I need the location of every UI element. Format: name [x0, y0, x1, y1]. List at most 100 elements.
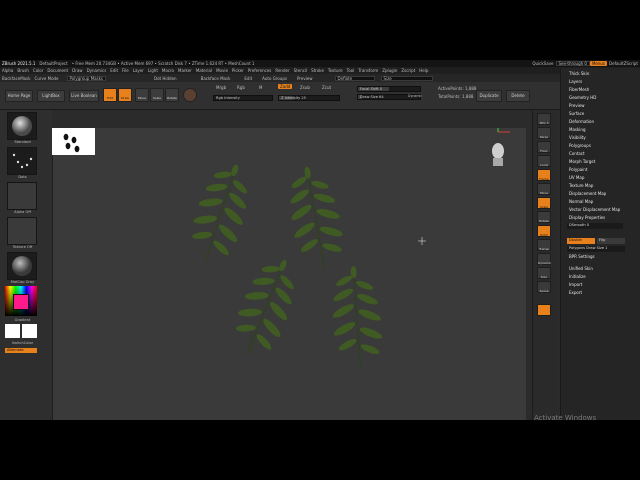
menu-transform[interactable]: Transform: [356, 68, 380, 73]
menu-edit[interactable]: Edit: [108, 68, 120, 73]
rgb-toggle[interactable]: Rgb: [235, 85, 247, 90]
material-sphere-icon[interactable]: [183, 88, 197, 102]
tray-polygroups[interactable]: Polygroups: [569, 143, 591, 148]
gradient-label[interactable]: Gradient: [0, 318, 45, 322]
stroke-thumbnail[interactable]: [7, 147, 37, 175]
tray-contact[interactable]: Contact: [569, 151, 585, 156]
tray-geometry-hd[interactable]: Geometry HD: [569, 95, 596, 100]
dynamic-button[interactable]: Dynamic: [537, 253, 551, 265]
main-color-swatch[interactable]: [5, 324, 20, 338]
menu-help[interactable]: Help: [417, 68, 430, 73]
menu-tool[interactable]: Tool: [345, 68, 357, 73]
see-through-slider[interactable]: See-through 0: [555, 61, 590, 66]
tray-export[interactable]: Export: [569, 290, 582, 295]
local-button[interactable]: Local: [537, 155, 551, 167]
strip-size-slider[interactable]: Size: [380, 75, 433, 81]
menu-file[interactable]: File: [120, 68, 131, 73]
floor-button[interactable]: Floor: [537, 141, 551, 153]
tray-thick-skin[interactable]: Thick Skin: [569, 71, 589, 76]
menu-color[interactable]: Color: [31, 68, 45, 73]
scale-button[interactable]: Scale: [537, 197, 551, 209]
menu-render[interactable]: Render: [273, 68, 291, 73]
scale-mode-button[interactable]: Scale: [150, 88, 164, 102]
alpha-thumbnail[interactable]: [7, 182, 37, 210]
menu-brush[interactable]: Brush: [15, 68, 31, 73]
rotate-button[interactable]: Rotate: [537, 211, 551, 223]
tray-texture-map[interactable]: Texture Map: [569, 183, 593, 188]
project-name[interactable]: DefaultProject: [37, 61, 69, 66]
m-toggle[interactable]: M: [257, 85, 264, 90]
flip-toggle[interactable]: Flip: [597, 238, 625, 244]
menu-zplugin[interactable]: Zplugin: [380, 68, 399, 73]
dsmooth-slider[interactable]: DSmooth 0: [567, 223, 623, 229]
menu-material[interactable]: Material: [194, 68, 214, 73]
strip-backface-mask-2[interactable]: Backface Mask: [199, 76, 233, 81]
tray-morph-target[interactable]: Morph Target: [569, 159, 595, 164]
strip-backface-mask[interactable]: BackfaceMask: [0, 76, 33, 81]
menu-draw[interactable]: Draw: [70, 68, 84, 73]
focal-shift-slider[interactable]: Focal Shift 0: [357, 86, 421, 92]
leaf-object-2[interactable]: [280, 161, 351, 273]
menu-document[interactable]: Document: [45, 68, 70, 73]
strip-dot-hidden[interactable]: Dot Hidden: [152, 76, 179, 81]
tray-vector-displacement-map[interactable]: Vector Displacement Map: [569, 207, 620, 212]
color-swatch-main[interactable]: [13, 294, 29, 310]
strip-deflate-slider[interactable]: Deflate: [334, 75, 375, 81]
rotate-mode-button[interactable]: Rotate: [165, 88, 179, 102]
menu-marker[interactable]: Marker: [176, 68, 194, 73]
menu-preferences[interactable]: Preferences: [246, 68, 274, 73]
strip-curve-mode[interactable]: Curve Mode: [33, 76, 61, 81]
mrgb-toggle[interactable]: Mrgb: [214, 85, 228, 90]
menu-alpha[interactable]: Alpha: [0, 68, 15, 73]
default-zscript[interactable]: DefaultZScript: [607, 61, 640, 66]
menu-stroke[interactable]: Stroke: [309, 68, 326, 73]
strip-edit[interactable]: Edit: [242, 76, 254, 81]
zadd-toggle[interactable]: Zadd: [278, 84, 293, 89]
z-intensity-slider[interactable]: Z Intensity 25: [278, 95, 340, 101]
menu-light[interactable]: Light: [146, 68, 160, 73]
rgb-intensity-slider[interactable]: Rgb Intensity: [213, 95, 273, 101]
move-button[interactable]: Move: [537, 183, 551, 195]
quicksave-button[interactable]: QuickSave: [530, 61, 555, 66]
secondary-color-swatch[interactable]: [22, 324, 37, 338]
strip-preview[interactable]: Preview: [295, 76, 315, 81]
move-mode-button[interactable]: Move: [135, 88, 149, 102]
double-toggle[interactable]: Double: [567, 238, 595, 244]
strip-auto-groups[interactable]: Auto Groups: [260, 76, 289, 81]
tray-fibermesh[interactable]: FiberMesh: [569, 87, 589, 92]
tray-preview[interactable]: Preview: [569, 103, 585, 108]
polyf-button[interactable]: PolyF: [537, 225, 551, 237]
zcut-toggle[interactable]: Zcut: [320, 85, 333, 90]
alternate-toggle[interactable]: Alternate: [5, 348, 37, 353]
tray-display-properties[interactable]: Display Properties: [569, 215, 605, 220]
menu-texture[interactable]: Texture: [326, 68, 345, 73]
tray-surface[interactable]: Surface: [569, 111, 584, 116]
switch-color-button[interactable]: SwitchColor: [0, 341, 45, 345]
material-thumbnail[interactable]: [7, 252, 37, 280]
live-boolean-button[interactable]: Live Boolean: [69, 90, 99, 102]
tray-bpr-settings[interactable]: BPR Settings: [569, 254, 595, 259]
edit-mode-button[interactable]: Edit: [103, 88, 117, 102]
menu-stencil[interactable]: Stencil: [292, 68, 310, 73]
tray-initialize[interactable]: Initialize: [569, 274, 586, 279]
menu-layer[interactable]: Layer: [131, 68, 146, 73]
right-shelf-orange-button[interactable]: [537, 304, 551, 316]
tray-polypaint[interactable]: Polypaint: [569, 167, 587, 172]
duplicate-button[interactable]: Duplicate: [476, 90, 502, 102]
menu-dynamics[interactable]: Dynamics: [85, 68, 109, 73]
home-page-button[interactable]: Home Page: [5, 90, 33, 102]
dynamic-toggle[interactable]: Dynamic: [406, 94, 424, 99]
leaf-object-4[interactable]: [327, 263, 387, 371]
leaf-object-1[interactable]: [180, 156, 262, 271]
tray-masking[interactable]: Masking: [569, 127, 586, 132]
tray-import[interactable]: Import: [569, 282, 582, 287]
navigation-head-gizmo[interactable]: [492, 128, 510, 166]
tray-visibility[interactable]: Visibility: [569, 135, 586, 140]
persp-button[interactable]: Persp: [537, 127, 551, 139]
brush-thumbnail[interactable]: [7, 112, 37, 140]
menu-zscript[interactable]: Zscript: [399, 68, 417, 73]
tray-normal-map[interactable]: Normal Map: [569, 199, 593, 204]
transp-button[interactable]: Transp: [537, 239, 551, 251]
delete-button[interactable]: Delete: [506, 90, 530, 102]
tray-layers[interactable]: Layers: [569, 79, 582, 84]
